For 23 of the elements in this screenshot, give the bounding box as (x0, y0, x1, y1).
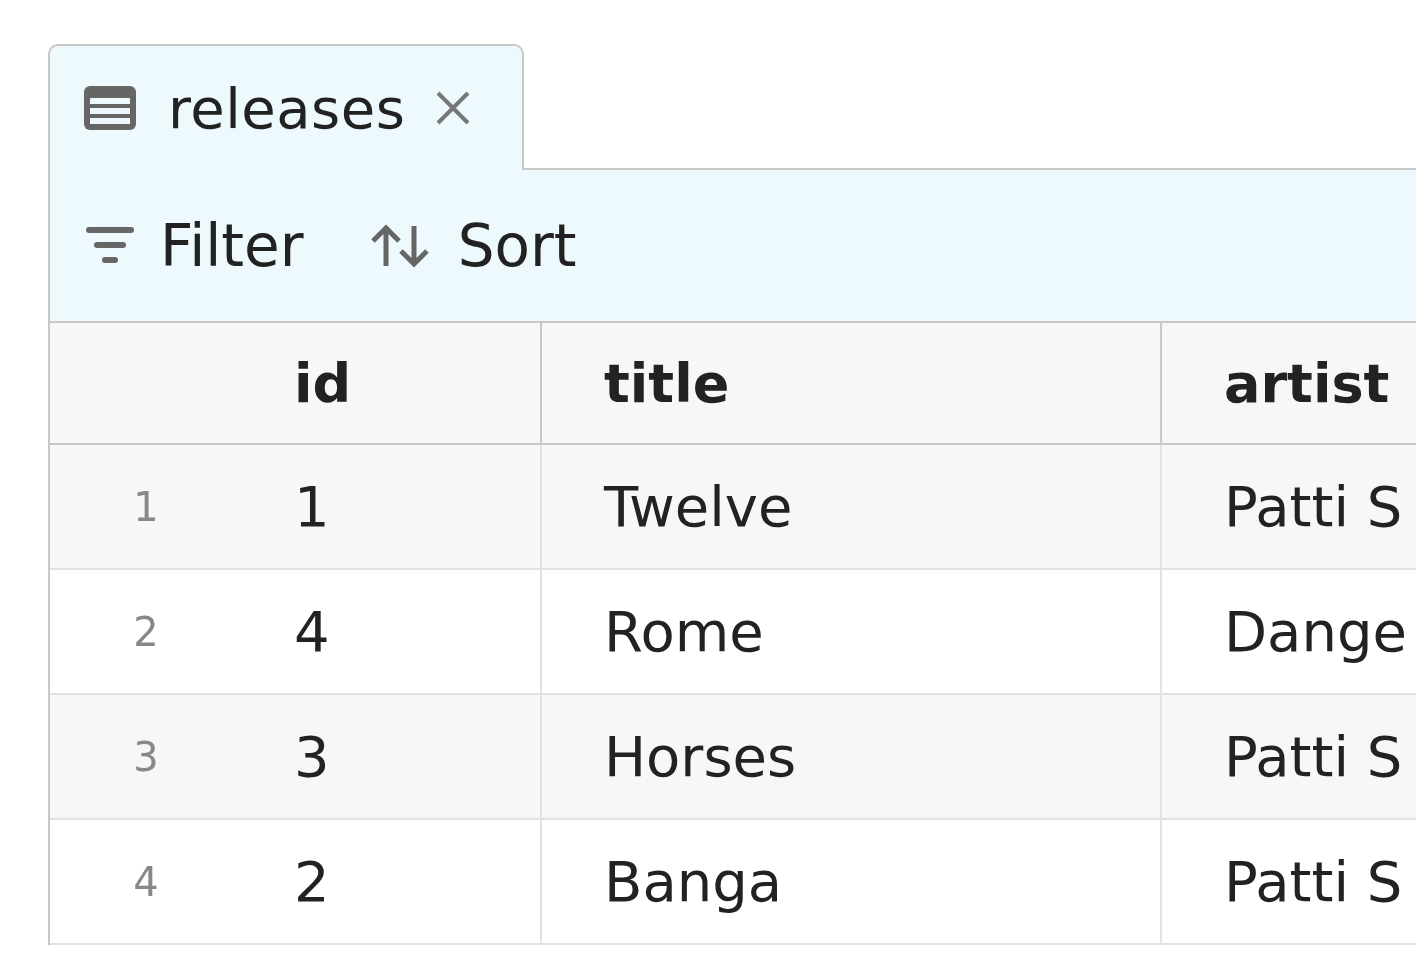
table-cell: Banga (542, 820, 1162, 945)
table-cell: 4 (242, 570, 542, 695)
column-header[interactable]: title (542, 323, 1162, 445)
table-icon (82, 84, 138, 132)
tab-label: releases (168, 75, 406, 141)
sort-button[interactable]: Sort (367, 211, 577, 280)
filter-icon (86, 226, 134, 265)
table-cell: 3 (242, 695, 542, 820)
tab[interactable]: releases (48, 44, 524, 170)
column-header[interactable]: artist (1162, 323, 1416, 445)
table-cell: Twelve (542, 445, 1162, 570)
column-header[interactable]: id (242, 323, 542, 445)
table-cell: 2 (242, 820, 542, 945)
table-cell: Patti S (1162, 695, 1416, 820)
close-icon (435, 90, 472, 126)
table-cell: 1 (242, 445, 542, 570)
table-cell: Horses (542, 695, 1162, 820)
row-number: 3 (50, 695, 242, 820)
row-number: 1 (50, 445, 242, 570)
table-cell: Patti S (1162, 445, 1416, 570)
filter-button[interactable]: Filter (86, 211, 304, 280)
close-button[interactable] (435, 90, 472, 126)
table-cell: Rome (542, 570, 1162, 695)
